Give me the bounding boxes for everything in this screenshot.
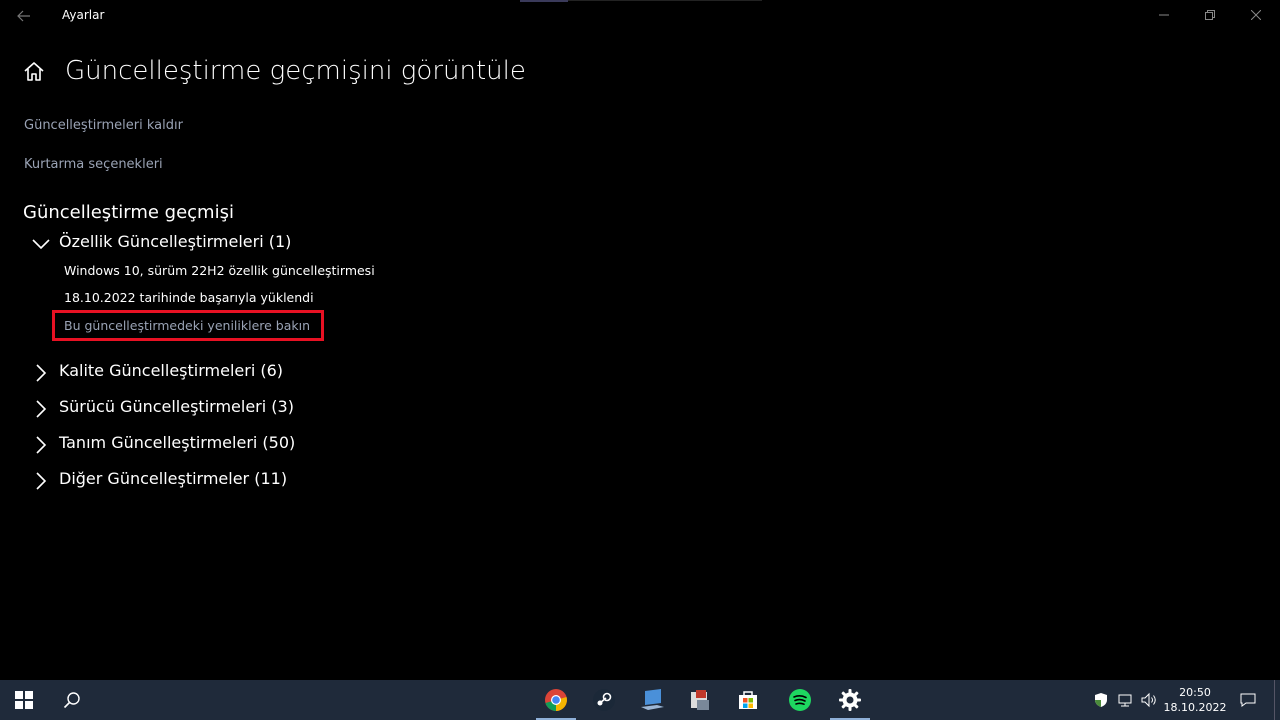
- taskbar-app-media[interactable]: [676, 680, 724, 720]
- group-feature-updates[interactable]: Özellik Güncelleştirmeleri (1): [30, 231, 430, 261]
- chevron-right-icon: [36, 400, 47, 418]
- taskbar: 20:50 18.10.2022: [0, 680, 1280, 720]
- group-other-updates[interactable]: Diğer Güncelleştirmeler (11): [30, 468, 430, 498]
- close-button[interactable]: [1233, 0, 1279, 32]
- restore-button[interactable]: [1187, 0, 1233, 32]
- group-label: Kalite Güncelleştirmeleri (6): [59, 361, 284, 380]
- show-desktop-button[interactable]: [1274, 680, 1275, 720]
- close-icon: [1250, 9, 1262, 21]
- chevron-right-icon: [36, 472, 47, 490]
- action-center-button[interactable]: [1233, 680, 1263, 720]
- start-button[interactable]: [0, 680, 48, 720]
- title-bar: Ayarlar: [0, 0, 1280, 32]
- chevron-right-icon: [36, 364, 47, 382]
- taskbar-app-store[interactable]: [724, 680, 772, 720]
- network-icon: [1118, 694, 1132, 707]
- clock-date: 18.10.2022: [1163, 701, 1227, 714]
- notification-icon: [1240, 693, 1256, 707]
- search-button[interactable]: [48, 680, 96, 720]
- taskbar-app-steam[interactable]: [580, 680, 628, 720]
- restore-icon: [1205, 10, 1215, 20]
- chrome-icon: [545, 689, 567, 711]
- uninstall-updates-link[interactable]: Güncelleştirmeleri kaldır: [24, 118, 183, 133]
- search-icon: [63, 692, 80, 709]
- laptop-app-icon: [641, 689, 664, 710]
- update-history-heading: Güncelleştirme geçmişi: [23, 202, 234, 223]
- page-title: Güncelleştirme geçmişini görüntüle: [65, 56, 526, 86]
- top-accent-line: [520, 0, 568, 2]
- tray-volume[interactable]: [1138, 680, 1160, 720]
- group-label: Özellik Güncelleştirmeleri (1): [59, 232, 292, 251]
- home-button[interactable]: [22, 60, 46, 84]
- taskbar-app-spotify[interactable]: [776, 680, 824, 720]
- back-arrow-icon: [17, 10, 30, 22]
- store-icon: [739, 691, 757, 709]
- chevron-down-icon: [32, 239, 50, 250]
- taskbar-app-settings[interactable]: [826, 680, 874, 720]
- taskbar-app-laptop[interactable]: [628, 680, 676, 720]
- group-label: Diğer Güncelleştirmeler (11): [59, 469, 288, 488]
- group-label: Sürücü Güncelleştirmeleri (3): [59, 397, 294, 416]
- update-name: Windows 10, sürüm 22H2 özellik güncelleş…: [64, 263, 375, 278]
- recovery-options-link[interactable]: Kurtarma seçenekleri: [24, 157, 163, 172]
- highlight-box: [52, 310, 324, 341]
- minimize-button[interactable]: [1141, 0, 1187, 32]
- app-title: Ayarlar: [62, 8, 105, 22]
- group-driver-updates[interactable]: Sürücü Güncelleştirmeleri (3): [30, 396, 430, 426]
- chevron-right-icon: [36, 436, 47, 454]
- home-icon: [24, 62, 44, 81]
- volume-icon: [1141, 692, 1156, 708]
- taskbar-app-chrome[interactable]: [532, 680, 580, 720]
- group-quality-updates[interactable]: Kalite Güncelleştirmeleri (6): [30, 360, 430, 390]
- minimize-icon: [1159, 14, 1169, 16]
- top-accent-line-2: [568, 0, 762, 1]
- back-button[interactable]: [10, 4, 38, 28]
- shield-icon: [1095, 693, 1107, 707]
- tray-security[interactable]: [1090, 680, 1112, 720]
- settings-icon: [839, 689, 861, 711]
- steam-icon: [593, 689, 615, 711]
- windows-logo-icon: [15, 691, 33, 709]
- media-app-icon: [691, 690, 709, 710]
- update-status: 18.10.2022 tarihinde başarıyla yüklendi: [64, 290, 314, 305]
- group-definition-updates[interactable]: Tanım Güncelleştirmeleri (50): [30, 432, 430, 462]
- spotify-icon: [789, 689, 811, 711]
- clock-time: 20:50: [1179, 686, 1211, 699]
- tray-network[interactable]: [1114, 680, 1136, 720]
- group-label: Tanım Güncelleştirmeleri (50): [59, 433, 296, 452]
- taskbar-clock[interactable]: 20:50 18.10.2022: [1160, 680, 1230, 720]
